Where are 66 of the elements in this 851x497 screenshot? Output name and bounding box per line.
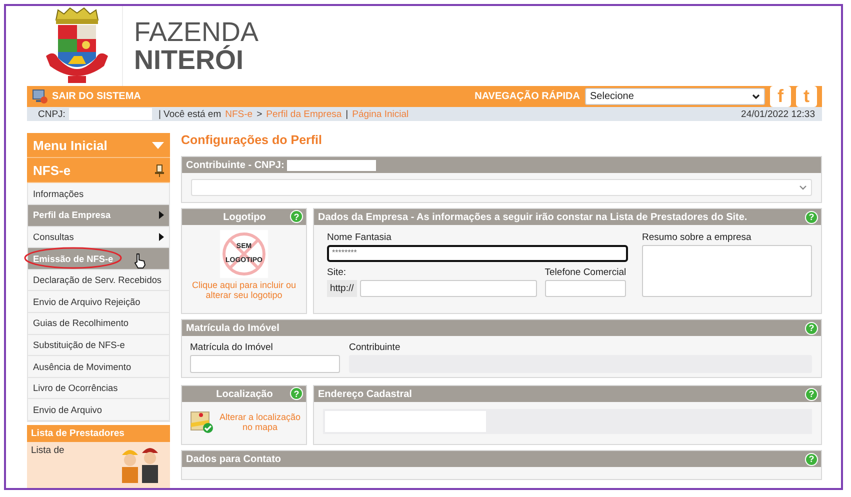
panel-title: Dados para Contato	[186, 454, 282, 465]
panel-title: Matrícula do Imóvel	[186, 322, 280, 334]
computer-icon	[32, 90, 48, 104]
page-title: Configurações do Perfil	[181, 133, 323, 150]
brand-title: FAZENDA	[134, 18, 259, 46]
field-label: Nome Fantasia	[327, 232, 392, 244]
breadcrumb-separator: >	[256, 108, 262, 120]
chevron-down-icon	[752, 94, 760, 99]
panel-title: Localização	[216, 388, 273, 400]
date-time: 24/01/2022 12:33	[741, 108, 815, 120]
chevron-down-icon	[800, 186, 806, 190]
menu-item[interactable]: Envio de Arquivo	[28, 399, 169, 421]
change-location-link[interactable]: Alterar a localização no mapa	[216, 412, 304, 432]
field-label: Resumo sobre a empresa	[642, 232, 752, 244]
quick-nav-select[interactable]: Selecione	[585, 88, 765, 105]
cnpj-label: CNPJ:	[38, 108, 66, 120]
menu-item[interactable]: Envio de Arquivo Rejeição	[28, 291, 169, 314]
help-button[interactable]: ?	[805, 452, 818, 466]
summary-textarea[interactable]	[642, 245, 812, 298]
promo-text: Lista de	[31, 445, 64, 456]
menu-item[interactable]: Perfil da Empresa	[28, 205, 169, 227]
phone-field[interactable]	[544, 280, 626, 298]
breadcrumb-label: | Você está em	[158, 108, 222, 120]
menu-item[interactable]: Declaração de Serv. Recebidos	[28, 270, 169, 292]
help-button[interactable]: ?	[290, 387, 303, 400]
menu-item[interactable]: Informações	[28, 183, 169, 206]
breadcrumb-link[interactable]: Perfil da Empresa	[266, 108, 342, 120]
panel-title: Endereço Cadastral	[318, 388, 413, 400]
panel-title: Logotipo	[223, 212, 266, 223]
brand-title: NITERÓI	[134, 46, 245, 74]
menu-item[interactable]: Guias de Recolhimento	[28, 313, 169, 335]
map-location-icon	[190, 412, 213, 434]
workers-drawing	[122, 448, 158, 483]
field-label: Contribuinte	[349, 342, 402, 354]
panel-title: Dados da Empresa - As informações a seguir irão constar na Lista de Prestadores do Site.	[318, 212, 748, 223]
field-label: Site:	[327, 267, 348, 278]
menu-item[interactable]: Livro de Ocorrências	[28, 378, 169, 400]
promo-panel[interactable]: Lista de	[27, 442, 170, 488]
breadcrumb-link[interactable]: NFS-e	[225, 108, 253, 120]
menu-item[interactable]: Ausência de Movimento	[28, 356, 169, 378]
breadcrumb-separator: |	[346, 108, 348, 120]
trade-name-field[interactable]: ********	[327, 245, 628, 262]
help-button[interactable]: ?	[805, 210, 818, 224]
upload-logo-link[interactable]: Clique aqui para incluir ou alterar seu logotipo	[189, 280, 299, 300]
help-button[interactable]: ?	[805, 322, 818, 335]
text-field[interactable]	[190, 355, 340, 374]
website-field[interactable]	[360, 280, 537, 298]
promo-header[interactable]: Lista de Prestadores	[27, 425, 170, 442]
help-button[interactable]: ?	[290, 210, 303, 224]
logout-link[interactable]: SAIR DO SISTEMA	[52, 91, 141, 102]
help-button[interactable]: ?	[805, 388, 818, 401]
social-button[interactable]: f	[770, 86, 791, 107]
url-prefix: http://	[327, 280, 357, 298]
menu-item[interactable]: Substituição de NFS-e	[28, 334, 169, 356]
pin-icon	[155, 164, 164, 177]
panel-title: Contribuinte - CNPJ:	[186, 160, 284, 171]
quick-nav-label: NAVEGAÇÃO RÁPIDA	[474, 91, 580, 102]
company-select[interactable]	[191, 179, 812, 196]
section-header[interactable]: NFS-e	[27, 158, 170, 184]
field-label: Matrícula do Imóvel	[190, 342, 274, 354]
social-button[interactable]: t	[796, 86, 817, 107]
menu-header[interactable]: Menu Inicial	[27, 133, 170, 158]
menu-item[interactable]: Consultas	[28, 226, 169, 248]
caret-icon	[152, 142, 164, 149]
breadcrumb-link[interactable]: Página Inicial	[352, 108, 409, 120]
field-label: Telefone Comercial	[544, 267, 626, 278]
